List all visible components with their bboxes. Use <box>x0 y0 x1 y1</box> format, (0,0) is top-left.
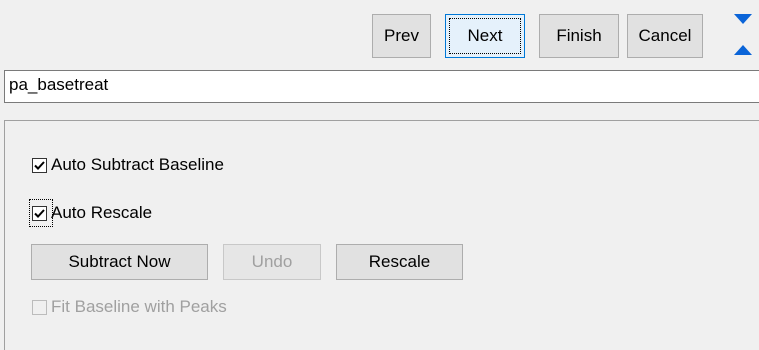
checkbox-box <box>32 205 47 221</box>
checkbox-box <box>32 157 47 173</box>
checkbox-box <box>32 299 47 315</box>
next-button[interactable]: Next <box>445 14 525 58</box>
subtract-now-button[interactable]: Subtract Now <box>31 244 208 280</box>
auto-rescale-checkbox[interactable]: Auto Rescale <box>32 203 152 223</box>
checkmark-icon <box>34 160 45 170</box>
scroll-down-button[interactable] <box>728 7 758 31</box>
section-title-field[interactable]: pa_basetreat <box>4 70 759 103</box>
fit-baseline-with-peaks-label: Fit Baseline with Peaks <box>51 297 227 316</box>
rescale-button[interactable]: Rescale <box>336 244 463 280</box>
section-title-text: pa_basetreat <box>9 75 109 94</box>
auto-subtract-baseline-checkbox[interactable]: Auto Subtract Baseline <box>32 155 224 175</box>
scroll-up-button[interactable] <box>728 38 758 62</box>
triangle-down-icon <box>734 14 752 24</box>
auto-rescale-label: Auto Rescale <box>51 203 153 222</box>
cancel-button[interactable]: Cancel <box>627 14 703 58</box>
auto-subtract-baseline-label: Auto Subtract Baseline <box>51 155 224 174</box>
checkmark-icon <box>34 208 45 218</box>
prev-button[interactable]: Prev <box>372 14 431 58</box>
triangle-up-icon <box>734 45 752 55</box>
fit-baseline-with-peaks-checkbox[interactable]: Fit Baseline with Peaks <box>32 297 227 317</box>
undo-button[interactable]: Undo <box>223 244 321 280</box>
finish-button[interactable]: Finish <box>539 14 619 58</box>
